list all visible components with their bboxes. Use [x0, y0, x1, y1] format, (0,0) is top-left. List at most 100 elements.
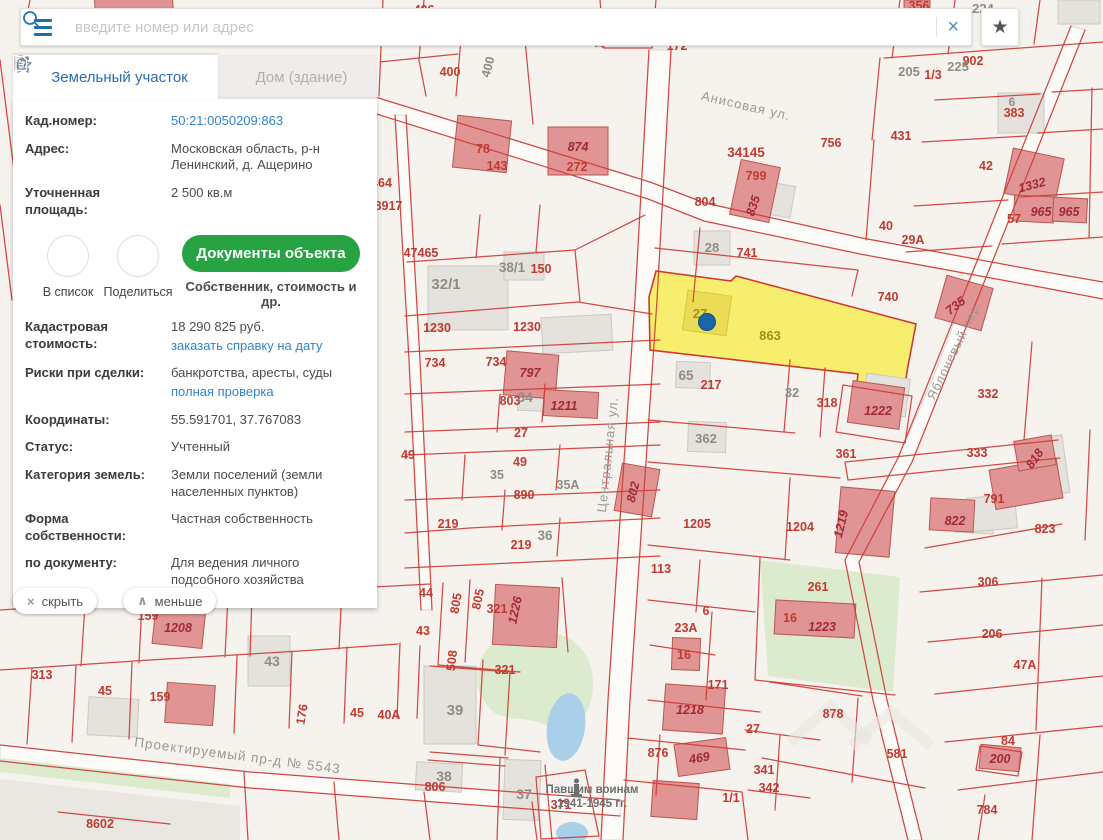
selected-parcel-marker[interactable]: [699, 314, 716, 331]
map-label: 306: [978, 575, 999, 589]
map-label: 791: [984, 492, 1005, 506]
map-label: 16: [783, 611, 797, 625]
field-label: Кад.номер:: [25, 113, 171, 130]
map-label: 784: [977, 803, 998, 817]
field-label: Риски при сделки:: [25, 365, 171, 400]
tab-building[interactable]: Дом (здание): [218, 55, 377, 99]
object-documents-button[interactable]: Документы объекта: [182, 235, 359, 272]
map-label: 49: [513, 455, 527, 469]
map-label: 1223: [808, 620, 836, 634]
map-label: 42: [979, 159, 993, 173]
field-value: 2 500 кв.м: [171, 185, 365, 202]
map-label: 400: [479, 55, 498, 79]
tab-land-parcel[interactable]: Земельный участок: [13, 55, 218, 99]
panel-tabs: Земельный участок Дом (здание): [13, 55, 377, 99]
field-label: Адрес:: [25, 141, 171, 174]
field-row: Уточненная площадь:2 500 кв.м: [25, 185, 365, 218]
map-label: 47465: [404, 246, 439, 260]
map-label: 39: [447, 702, 464, 719]
field-label: Категория земель:: [25, 467, 171, 500]
map-label: 341: [754, 763, 775, 777]
map-label: 29А: [902, 233, 925, 247]
map-label: 36: [537, 528, 553, 543]
map-label: 217: [701, 378, 722, 392]
field-value: 55.591701, 37.767083: [171, 412, 365, 429]
field-value: банкротства, аресты, суды: [171, 365, 365, 382]
map-label: 431: [891, 129, 912, 143]
map-label: 890: [514, 488, 535, 502]
map-label: 318: [817, 396, 838, 410]
map-label: 44: [419, 586, 433, 600]
map-label: 804: [695, 195, 716, 209]
share-button[interactable]: [117, 235, 159, 277]
map-label: 43: [264, 653, 280, 669]
map-label: 965: [1059, 205, 1081, 219]
map-label: 874: [568, 140, 589, 154]
field-label: Статус:: [25, 439, 171, 456]
tab-label: Земельный участок: [51, 69, 188, 86]
field-link[interactable]: полная проверка: [171, 384, 365, 401]
map-label: 261: [808, 580, 829, 594]
field-row: Координаты:55.591701, 37.767083: [25, 412, 365, 429]
search-input[interactable]: [65, 19, 926, 36]
field-row: Форма собственности:Частная собственност…: [25, 511, 365, 544]
close-icon[interactable]: ×: [947, 17, 959, 37]
document-icon: [13, 55, 29, 72]
map-label: 508: [444, 649, 460, 671]
panel-footer-buttons: × скрыть ∧ меньше: [13, 588, 216, 614]
map-label: 57: [1007, 212, 1021, 226]
add-to-list-button[interactable]: [47, 235, 89, 277]
field-label: Форма собственности:: [25, 511, 171, 544]
object-detail-fields: Кадастровая стоимость:18 290 825 руб.зак…: [25, 319, 365, 589]
map-label: 171: [708, 678, 729, 692]
documents-subtitle: Собственник, стоимость и др.: [177, 279, 365, 309]
map-label: 35: [490, 468, 504, 482]
map-label: 1222: [864, 404, 892, 418]
map-label: 219: [511, 538, 532, 552]
map-label: 32/1: [431, 276, 460, 293]
field-link[interactable]: заказать справку на дату: [171, 338, 365, 355]
map-label: 1211: [551, 399, 578, 413]
map-label: 45: [98, 684, 112, 698]
object-main-fields: Кад.номер:50:21:0050209:863Адрес:Московс…: [25, 113, 365, 218]
map-label: 876: [648, 746, 669, 760]
map-label: 1204: [786, 520, 814, 534]
map-label: 734: [425, 356, 446, 370]
map-label: 78: [476, 142, 490, 156]
map-label: 321: [487, 602, 508, 616]
field-value: Для ведения личного подсобного хозяйства: [171, 555, 365, 588]
favorites-button[interactable]: ★: [981, 8, 1019, 46]
map-label: 1218: [676, 703, 704, 717]
field-value: Московская область, р-н Ленинский, д. Ащ…: [171, 141, 365, 174]
map-label: 805: [447, 592, 464, 615]
map-label: 1/1: [722, 791, 739, 805]
map-label: 225: [947, 59, 969, 74]
map-label: 1230: [513, 320, 541, 334]
map-label: 43: [416, 624, 430, 638]
map-label: 740: [878, 290, 899, 304]
hide-button[interactable]: × скрыть: [13, 588, 97, 614]
map-label: 45: [350, 706, 364, 720]
map-label: 159: [150, 690, 171, 704]
panel-actions: В список Поделиться Документы объекта Со…: [25, 229, 365, 319]
field-row: Категория земель:Земли поселений (земли …: [25, 467, 365, 500]
map-label: 113: [651, 562, 671, 576]
field-row: Риски при сделки:банкротства, аресты, су…: [25, 365, 365, 400]
field-row: Кадастровая стоимость:18 290 825 руб.зак…: [25, 319, 365, 354]
field-value: Учтенный: [171, 439, 365, 456]
map-label: 734: [486, 355, 507, 369]
add-to-list-label: В список: [33, 285, 103, 299]
map-label: 47А: [1014, 658, 1037, 672]
map-label: 40: [879, 219, 893, 233]
map-label: 34145: [727, 145, 765, 160]
less-button[interactable]: ∧ меньше: [123, 588, 216, 614]
map-label: 805: [469, 587, 487, 610]
map-label: 1230: [423, 321, 451, 335]
map-label: 799: [746, 169, 767, 183]
field-link[interactable]: 50:21:0050209:863: [171, 113, 365, 130]
map-label: 965: [1031, 205, 1053, 219]
map-label: 1941-1945 гг.: [557, 798, 627, 810]
field-label: Кадастровая стоимость:: [25, 319, 171, 354]
map-label: 37: [516, 786, 532, 802]
map-label: 313: [32, 668, 53, 682]
